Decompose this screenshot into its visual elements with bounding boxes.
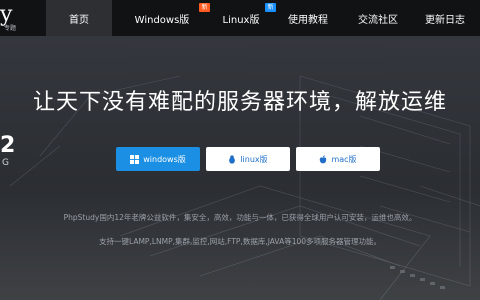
new-badge: 新	[199, 3, 210, 12]
nav-item-tutorials[interactable]: 使用教程	[270, 0, 346, 36]
nav-item-label: 使用教程	[288, 14, 328, 26]
nav-item-label: 交流社区	[358, 14, 398, 26]
decorative-logo-subfragment: G	[2, 158, 9, 168]
nav-item-windows[interactable]: Windows版 新	[112, 0, 212, 36]
description-line-1: PhpStudy国内12年老牌公益软件，集安全，高效，功能与一体，已获得全球用户…	[63, 213, 417, 222]
main-nav: 首页 Windows版 新 Linux版 新 使用教程 交流社区 更新日志	[46, 0, 480, 36]
button-label: windows版	[143, 154, 186, 164]
nav-item-label: Windows版	[134, 14, 190, 26]
site-logo[interactable]: y 专题	[0, 0, 40, 36]
logo-subtext: 专题	[4, 25, 17, 32]
nav-item-label: 更新日志	[425, 14, 465, 26]
mac-download-button[interactable]: mac版	[296, 147, 380, 171]
download-buttons: windows版 linux版 mac版	[116, 147, 380, 171]
windows-icon	[130, 154, 140, 164]
windows-download-button[interactable]: windows版	[116, 147, 200, 171]
nav-item-linux[interactable]: Linux版 新	[212, 0, 276, 36]
apple-icon	[319, 154, 327, 164]
hero-section: 让天下没有难配的服务器环境，解放运维 2 G windows版 linux版 m…	[0, 36, 480, 300]
decorative-logo-fragment: 2	[0, 133, 16, 158]
top-navigation-bar: y 专题 首页 Windows版 新 Linux版 新 使用教程 交流社区 更新…	[0, 0, 480, 36]
nav-item-community[interactable]: 交流社区	[346, 0, 410, 36]
nav-item-label: Linux版	[222, 14, 260, 26]
button-label: linux版	[240, 154, 268, 164]
hero-headline: 让天下没有难配的服务器环境，解放运维	[32, 90, 447, 115]
button-label: mac版	[331, 154, 357, 164]
linux-icon	[228, 154, 236, 164]
nav-item-label: 首页	[69, 14, 89, 26]
description-line-2: 支持一键LAMP,LNMP,集群,监控,网站,FTP,数据库,JAVA等100多…	[98, 237, 382, 246]
nav-item-changelog[interactable]: 更新日志	[410, 0, 480, 36]
linux-download-button[interactable]: linux版	[206, 147, 290, 171]
nav-item-home[interactable]: 首页	[46, 0, 112, 36]
